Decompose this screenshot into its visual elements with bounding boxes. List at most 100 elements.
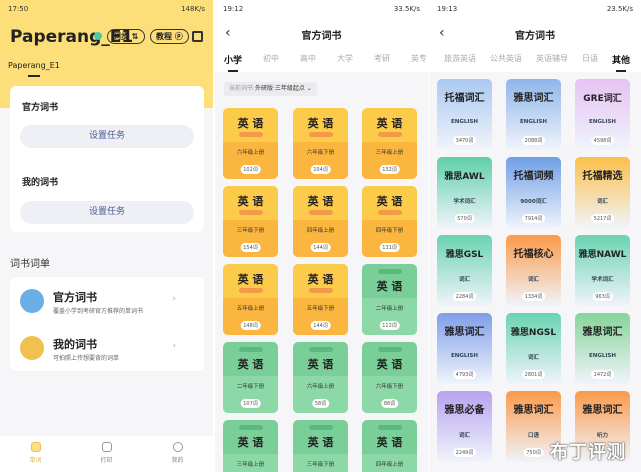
book-card[interactable]: 英 语五年级下册 144词 <box>293 264 348 335</box>
book-name: 雅思词汇 <box>444 327 485 338</box>
book-card[interactable]: 英 语六年级上册 58词 <box>293 342 348 413</box>
book-card[interactable]: 雅思词汇 ENGLISH 4793词 <box>437 313 492 384</box>
word-count: 7914词 <box>521 214 546 223</box>
word-count: 148词 <box>240 321 261 330</box>
book-card[interactable]: 雅思必备 词汇 2249词 <box>437 391 492 462</box>
book-card[interactable]: 英 语三年级下册 <box>293 420 348 472</box>
tab-2[interactable]: 英语辅导 <box>536 53 568 66</box>
nav-words[interactable]: 单词 <box>11 436 61 472</box>
publisher-badge <box>377 132 402 137</box>
book-card[interactable]: 英 语四年级下册 131词 <box>362 186 417 257</box>
publisher-badge <box>308 132 333 137</box>
word-count: 131词 <box>379 243 400 252</box>
book-card[interactable]: 雅思NAWL 学术词汇 963词 <box>575 235 630 306</box>
word-count: 5217词 <box>590 214 615 223</box>
word-count: 144词 <box>310 243 331 252</box>
book-name: 雅思AWL <box>444 172 485 182</box>
book-card[interactable]: 雅思GSL 词汇 2284词 <box>437 235 492 306</box>
tab-2[interactable]: 高中 <box>300 53 316 66</box>
book-card[interactable]: 英 语六年级下册 88词 <box>362 342 417 413</box>
book-grade: 四年级下册 <box>375 228 404 234</box>
publisher-badge <box>377 347 402 352</box>
publisher-badge <box>308 210 333 215</box>
publisher-badge <box>308 288 333 293</box>
tab-1[interactable]: 公共英语 <box>490 53 522 66</box>
book-name: 英 语 <box>376 436 403 449</box>
book-grade: 四年级上册 <box>306 228 335 234</box>
word-count: 570词 <box>454 214 475 223</box>
book-card[interactable]: 英 语四年级上册 <box>362 420 417 472</box>
home-screen: 17:50 148K/s Paperang_E1 同步 ⇅ 教程 ⓟ Papera… <box>0 0 213 472</box>
book-subtitle: ENGLISH <box>589 353 616 359</box>
printer-icon <box>101 442 112 452</box>
device-tab[interactable]: Paperang_E1 <box>8 61 60 70</box>
tab-5[interactable]: 英专 <box>411 53 427 66</box>
book-name: 托福词汇 <box>444 93 485 104</box>
list-subtitle: 可拍照上传想要背的词单 <box>53 355 120 362</box>
scan-icon[interactable] <box>192 31 203 42</box>
book-card[interactable]: 雅思词汇 ENGLISH 2088词 <box>506 79 561 150</box>
book-icon <box>20 289 44 313</box>
tab-0[interactable]: 旅游英语 <box>444 53 476 66</box>
category-tabs: 小学 初中 高中 大学 考研 英专 <box>224 53 427 72</box>
book-card[interactable]: 雅思词汇 ENGLISH 1472词 <box>575 313 630 384</box>
book-card[interactable]: 托福精选 词汇 5217词 <box>575 157 630 228</box>
book-card[interactable]: 英 语三年级上册 <box>223 420 278 472</box>
nav-label: 打印 <box>100 457 113 464</box>
book-card[interactable]: 英 语六年级上册 102词 <box>223 108 278 179</box>
publisher-badge <box>238 347 263 352</box>
tab-4[interactable]: 考研 <box>374 53 390 66</box>
book-card[interactable]: GRE词汇 ENGLISH 4598词 <box>575 79 630 150</box>
word-count: 4793词 <box>452 370 477 379</box>
tab-3[interactable]: 日语 <box>582 53 598 66</box>
publisher-badge <box>238 132 263 137</box>
book-card[interactable]: 英 语二年级上册 112词 <box>362 264 417 335</box>
publisher-badge <box>238 210 263 215</box>
tab-1[interactable]: 初中 <box>263 53 279 66</box>
book-card[interactable]: 英 语二年级下册 107词 <box>223 342 278 413</box>
tab-4[interactable]: 其他 <box>612 53 630 72</box>
chevron-right-icon: › <box>172 341 176 351</box>
list-item-mine[interactable]: 我的词书 可拍照上传想要背的词单 › <box>10 330 184 370</box>
book-name: 英 语 <box>237 195 264 208</box>
official-set-task-button[interactable]: 设置任务 <box>20 125 194 148</box>
word-count: 750词 <box>523 448 544 457</box>
list-item-official[interactable]: 官方词书 覆盖小学到考研官方推荐的单词书 › <box>10 283 184 323</box>
list-title: 官方词书 <box>53 291 97 304</box>
mine-set-task-button[interactable]: 设置任务 <box>20 201 194 224</box>
book-card[interactable]: 英 语三年级下册 154词 <box>223 186 278 257</box>
word-count: 102词 <box>240 165 261 174</box>
book-card[interactable]: 雅思AWL 学术词汇 570词 <box>437 157 492 228</box>
status-speed: 33.5K/s <box>393 5 420 13</box>
tab-3[interactable]: 大学 <box>337 53 353 66</box>
book-grade: 六年级下册 <box>375 384 404 390</box>
connected-icon <box>94 32 102 40</box>
book-grade: 五年级上册 <box>236 306 265 312</box>
word-count: 2284词 <box>452 292 477 301</box>
tutorial-button[interactable]: 教程 ⓟ <box>150 29 189 44</box>
book-card[interactable]: 雅思NGSL 词汇 2801词 <box>506 313 561 384</box>
word-count: 4598词 <box>590 136 615 145</box>
tab-0[interactable]: 小学 <box>224 53 242 72</box>
book-subtitle: 词汇 <box>458 433 470 439</box>
word-count: 144词 <box>310 321 331 330</box>
book-card[interactable]: 托福核心 词汇 1334词 <box>506 235 561 306</box>
nav-print[interactable]: 打印 <box>82 436 132 472</box>
book-grade: 四年级上册 <box>375 462 404 468</box>
book-name: 英 语 <box>237 358 264 371</box>
book-name: 托福核心 <box>513 249 554 260</box>
word-count: 58词 <box>311 399 330 408</box>
nav-me[interactable]: 我的 <box>153 436 203 472</box>
book-card[interactable]: 托福词汇 ENGLISH 3470词 <box>437 79 492 150</box>
book-card[interactable]: 英 语三年级上册 132词 <box>362 108 417 179</box>
book-card[interactable]: 英 语六年级下册 104词 <box>293 108 348 179</box>
book-card[interactable]: 英 语五年级上册 148词 <box>223 264 278 335</box>
word-count: 107词 <box>240 399 261 408</box>
sync-button[interactable]: 同步 ⇅ <box>107 29 145 44</box>
book-selector[interactable]: 当前词书 外研版·三年级起点 ⌄ <box>224 82 317 96</box>
publisher-badge <box>238 425 263 430</box>
nav-label: 单词 <box>29 457 42 464</box>
book-card[interactable]: 托福词频 9000词汇 7914词 <box>506 157 561 228</box>
book-card[interactable]: 英 语四年级上册 144词 <box>293 186 348 257</box>
book-grade: 二年级下册 <box>236 384 265 390</box>
